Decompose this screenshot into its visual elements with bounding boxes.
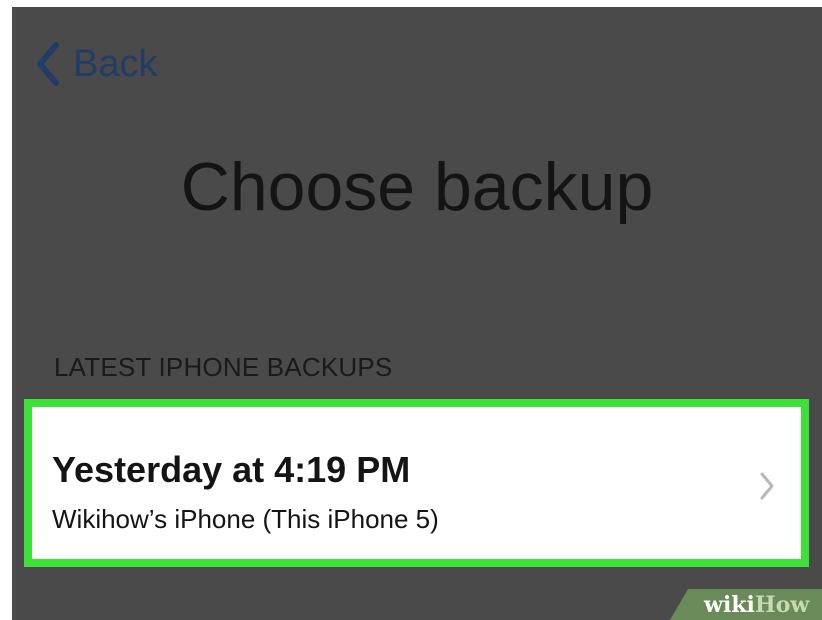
backup-date-label: Yesterday at 4:19 PM	[52, 449, 411, 490]
wikihow-watermark: wikiHow	[704, 591, 809, 619]
back-button[interactable]: Back	[34, 41, 157, 87]
backup-list-item[interactable]: Yesterday at 4:19 PM Wikihow’s iPhone (T…	[24, 399, 809, 567]
page-title: Choose backup	[180, 149, 654, 225]
chevron-right-icon	[760, 472, 774, 500]
watermark-how-text: How	[754, 592, 810, 618]
chevron-left-icon	[37, 42, 59, 86]
backup-device-label: Wikihow’s iPhone (This iPhone 5)	[52, 504, 439, 534]
choose-backup-screen: Back Choose backup LATEST IPHONE BACKUPS…	[12, 7, 822, 620]
watermark-wiki-text: wiki	[704, 592, 755, 618]
back-label: Back	[73, 43, 158, 85]
section-header: LATEST IPHONE BACKUPS	[54, 352, 393, 382]
